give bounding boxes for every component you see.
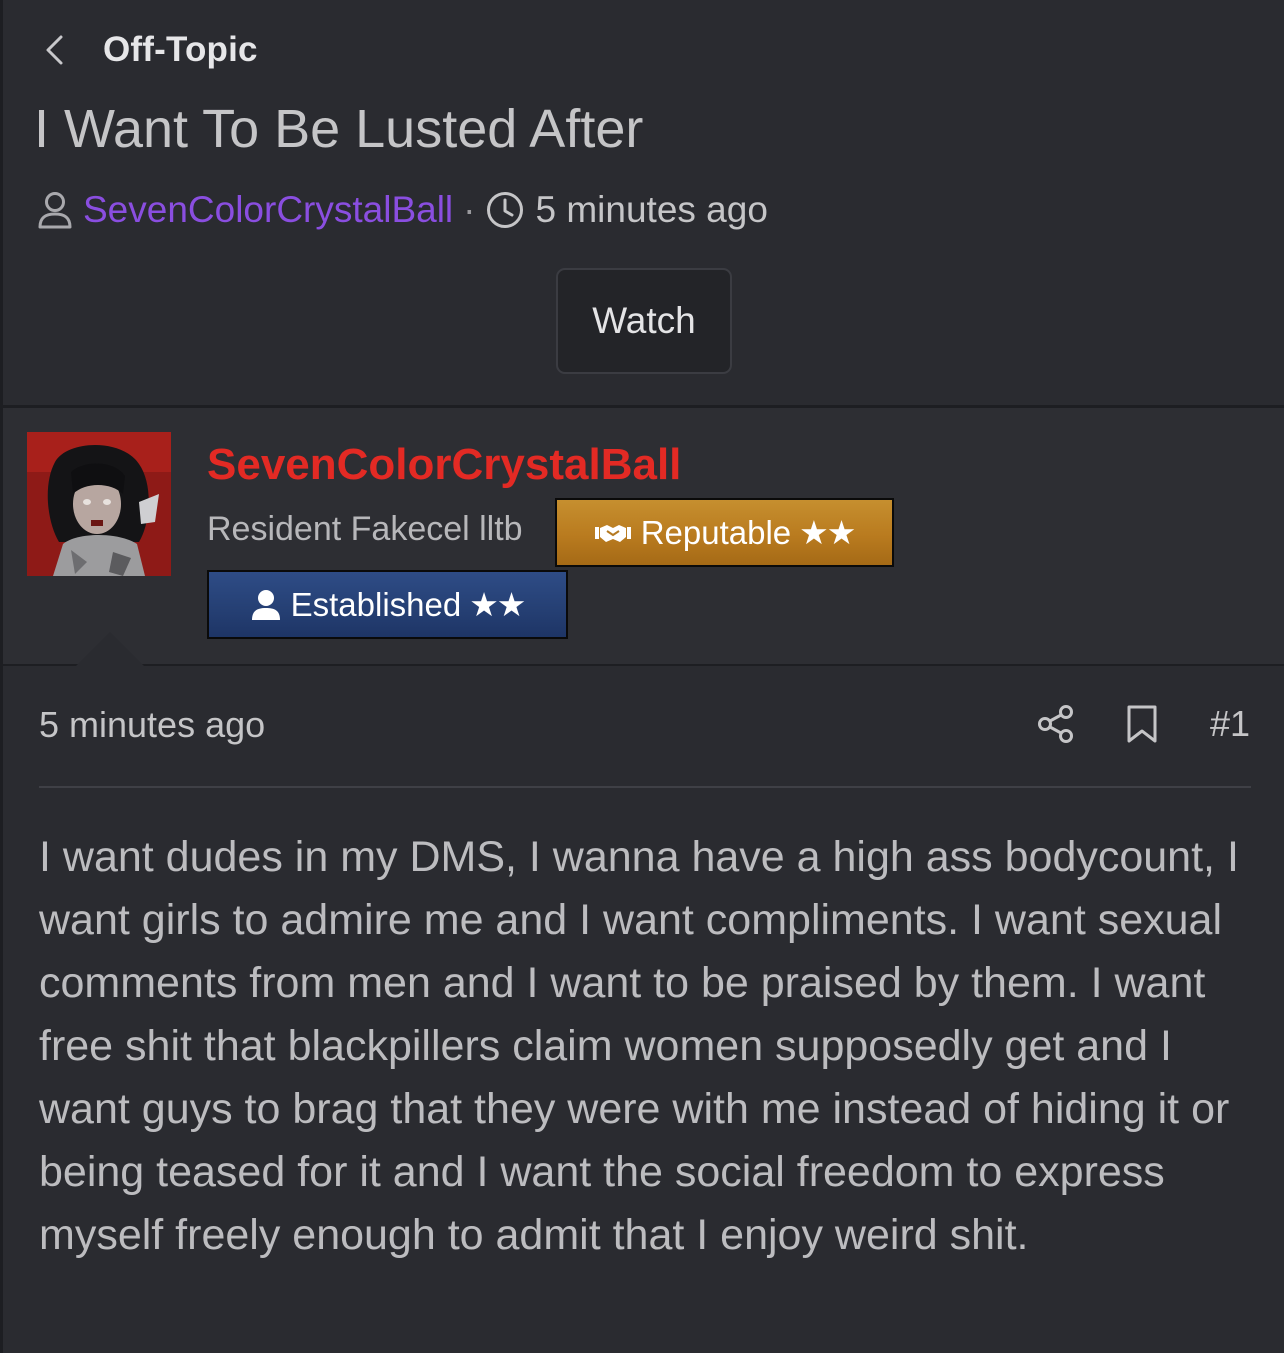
star-rating-icon: ★★ <box>469 586 526 623</box>
thread-time: 5 minutes ago <box>535 189 768 230</box>
thread-author-link[interactable]: SevenColorCrystalBall <box>83 189 453 231</box>
established-badge: Established ★★ <box>207 570 568 639</box>
post-body: I want dudes in my DMS, I wanna have a h… <box>39 833 1239 1259</box>
post-author-name[interactable]: SevenColorCrystalBall <box>207 440 681 490</box>
post-divider <box>39 786 1251 788</box>
thread-header: Off-Topic I Want To Be Lusted After Seve… <box>3 0 1284 405</box>
thread-meta: SevenColorCrystalBall · 5 minutes ago <box>35 188 768 232</box>
star-rating-icon: ★★ <box>799 514 856 551</box>
chevron-left-icon[interactable] <box>43 28 73 72</box>
thread-title: I Want To Be Lusted After <box>34 99 644 159</box>
watch-button[interactable]: Watch <box>556 268 732 374</box>
clock-icon <box>485 188 525 232</box>
reputable-badge-label: Reputable <box>640 513 792 551</box>
post-number-link[interactable]: #1 <box>1210 703 1250 745</box>
post: 5 minutes ago #1 I want dudes in my DMS,… <box>3 666 1284 1353</box>
established-badge-label: Established <box>290 585 462 623</box>
user-card: SevenColorCrystalBall Resident Fakecel l… <box>3 408 1284 664</box>
breadcrumb-forum-link[interactable]: Off-Topic <box>103 30 258 70</box>
card-pointer-arrow <box>76 632 144 666</box>
meta-separator: · <box>463 189 476 230</box>
user-icon <box>35 188 75 232</box>
avatar[interactable] <box>27 432 171 576</box>
share-icon[interactable] <box>1034 702 1078 746</box>
post-actions: #1 <box>1034 702 1250 746</box>
user-icon <box>251 589 281 621</box>
handshake-icon <box>594 521 631 545</box>
reputable-badge: Reputable ★★ <box>555 498 894 567</box>
user-title: Resident Fakecel lltb <box>207 510 523 548</box>
bookmark-icon[interactable] <box>1120 702 1164 746</box>
post-time[interactable]: 5 minutes ago <box>39 704 265 746</box>
thread-page: Off-Topic I Want To Be Lusted After Seve… <box>0 0 1284 1353</box>
breadcrumb[interactable]: Off-Topic <box>43 28 258 72</box>
